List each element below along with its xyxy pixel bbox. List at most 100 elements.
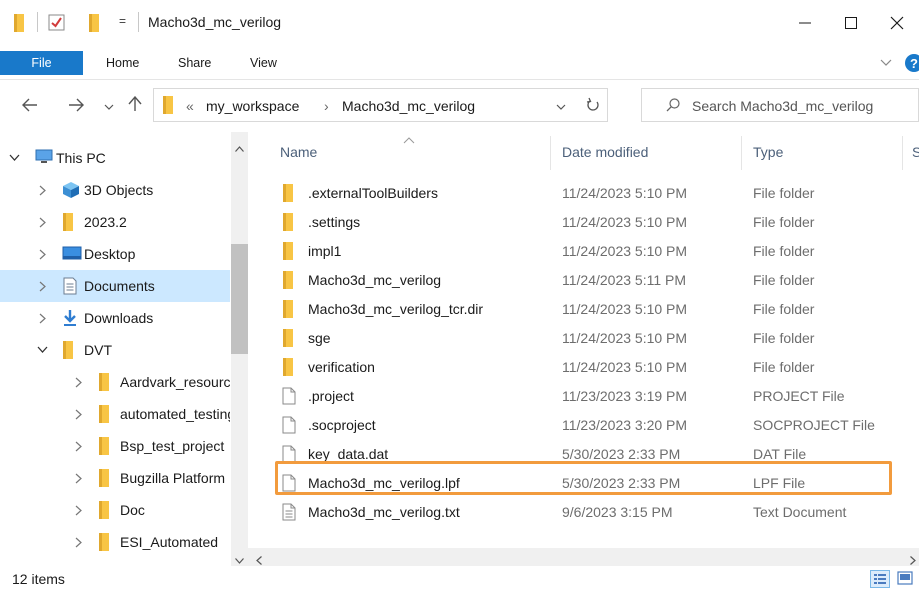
breadcrumb-overflow[interactable]: «: [186, 98, 194, 114]
chevron-right-icon[interactable]: [36, 216, 48, 228]
address-dropdown-button[interactable]: [556, 100, 566, 115]
file-row[interactable]: verification 11/24/2023 5:10 PM File folde…: [276, 353, 919, 382]
file-type: File folder: [753, 214, 815, 230]
sort-indicator-icon: [403, 132, 415, 147]
nav-item[interactable]: ESI_Automated: [0, 526, 230, 558]
expand-ribbon-icon[interactable]: [880, 56, 892, 71]
forward-arrow-icon: [69, 98, 84, 112]
file-row[interactable]: .settings 11/24/2023 5:10 PM File folder: [276, 208, 919, 237]
search-box[interactable]: Search Macho3d_mc_verilog: [641, 88, 919, 122]
forward-button[interactable]: [68, 98, 84, 115]
folder-small-icon: [13, 14, 25, 32]
file-date: 11/23/2023 3:19 PM: [562, 388, 688, 404]
file-row[interactable]: Macho3d_mc_verilog.txt 9/6/2023 3:15 PM Te…: [276, 498, 919, 527]
file-type: DAT File: [753, 446, 807, 462]
chevron-right-icon[interactable]: [72, 536, 84, 548]
documents-icon: [62, 277, 78, 298]
nav-item[interactable]: Documents: [0, 270, 230, 302]
chevron-right-icon[interactable]: [72, 408, 84, 420]
horizontal-scrollbar[interactable]: [248, 548, 919, 566]
properties-icon[interactable]: [48, 14, 66, 32]
file-row[interactable]: sge 11/24/2023 5:10 PM File folder: [276, 324, 919, 353]
large-icons-view-button[interactable]: [896, 570, 916, 588]
file-type: File folder: [753, 330, 815, 346]
nav-item[interactable]: Desktop: [0, 238, 230, 270]
file-type: File folder: [753, 185, 815, 201]
file-row[interactable]: .project 11/23/2023 3:19 PM PROJECT File: [276, 382, 919, 411]
chevron-right-icon[interactable]: [36, 280, 48, 292]
file-row[interactable]: .externalToolBuilders 11/24/2023 5:10 PM F…: [276, 179, 919, 208]
chevron-right-icon[interactable]: [72, 472, 84, 484]
item-count: 12 items: [12, 571, 65, 587]
breadcrumb-my-workspace[interactable]: my_workspace: [206, 98, 299, 114]
file-name: .socproject: [308, 417, 376, 433]
nav-item-label: Doc: [120, 502, 145, 518]
scroll-up-icon[interactable]: [235, 140, 244, 155]
folder-icon: [98, 533, 110, 554]
column-header-type[interactable]: Type: [753, 144, 783, 160]
scroll-down-icon[interactable]: [235, 552, 244, 567]
maximize-button[interactable]: [828, 0, 874, 46]
nav-item[interactable]: Aardvark_resource: [0, 366, 230, 398]
chevron-right-icon[interactable]: [72, 504, 84, 516]
nav-item[interactable]: Doc: [0, 494, 230, 526]
ribbon-tabs: File Home Share View ?: [0, 46, 919, 80]
tab-share[interactable]: Share: [178, 56, 211, 70]
large-icons-view-icon: [897, 571, 913, 585]
new-folder-icon[interactable]: [88, 14, 100, 32]
nav-scroll-thumb[interactable]: [231, 244, 248, 354]
file-type: File folder: [753, 359, 815, 375]
recent-locations-button[interactable]: [104, 100, 114, 115]
up-arrow-icon: [128, 95, 142, 111]
address-bar[interactable]: « my_workspace › Macho3d_mc_verilog: [153, 88, 608, 122]
chevron-down-icon[interactable]: [36, 344, 48, 356]
breadcrumb-current[interactable]: Macho3d_mc_verilog: [342, 98, 475, 114]
nav-item[interactable]: 3D Objects: [0, 174, 230, 206]
nav-item[interactable]: Bugzilla Platform: [0, 462, 230, 494]
file-row[interactable]: key_data.dat 5/30/2023 2:33 PM DAT File: [276, 440, 919, 469]
nav-item[interactable]: DVT: [0, 334, 230, 366]
chevron-right-icon[interactable]: [72, 376, 84, 388]
chevron-down-icon[interactable]: [8, 152, 20, 164]
nav-item[interactable]: 2023.2: [0, 206, 230, 238]
nav-item[interactable]: automated_testing_: [0, 398, 230, 430]
back-arrow-icon: [22, 98, 37, 112]
quick-access-dropdown[interactable]: =: [119, 14, 126, 28]
close-button[interactable]: [874, 0, 919, 46]
title-bar: = Macho3d_mc_verilog: [0, 0, 919, 46]
tab-view[interactable]: View: [250, 56, 277, 70]
back-button[interactable]: [22, 98, 38, 115]
column-header-size[interactable]: S: [912, 144, 919, 160]
file-row[interactable]: .socproject 11/23/2023 3:20 PM SOCPROJECT …: [276, 411, 919, 440]
navigation-bar: « my_workspace › Macho3d_mc_verilog Sear…: [0, 80, 919, 132]
minimize-button[interactable]: [782, 0, 828, 46]
file-row[interactable]: Macho3d_mc_verilog 11/24/2023 5:11 PM File…: [276, 266, 919, 295]
file-name: .externalToolBuilders: [308, 185, 438, 201]
search-placeholder: Search Macho3d_mc_verilog: [692, 98, 874, 114]
file-row[interactable]: Macho3d_mc_verilog_tcr.dir 11/24/2023 5:1…: [276, 295, 919, 324]
tab-file[interactable]: File: [0, 51, 83, 75]
details-view-button[interactable]: [870, 570, 890, 588]
nav-scrollbar[interactable]: [231, 132, 248, 566]
help-button[interactable]: ?: [905, 54, 919, 72]
nav-item[interactable]: Bsp_test_project: [0, 430, 230, 462]
nav-item[interactable]: Downloads: [0, 302, 230, 334]
refresh-button[interactable]: [586, 97, 600, 116]
up-button[interactable]: [128, 95, 142, 115]
folder-icon: [282, 184, 294, 205]
nav-item-label: 2023.2: [84, 214, 127, 230]
file-name: Macho3d_mc_verilog.txt: [308, 504, 460, 520]
chevron-right-icon[interactable]: [72, 440, 84, 452]
column-header-date[interactable]: Date modified: [562, 144, 648, 160]
chevron-right-icon[interactable]: [36, 184, 48, 196]
file-name: Macho3d_mc_verilog.lpf: [308, 475, 460, 491]
nav-item-label: Bsp_test_project: [120, 438, 225, 454]
chevron-right-icon[interactable]: [36, 312, 48, 324]
file-row[interactable]: impl1 11/24/2023 5:10 PM File folder: [276, 237, 919, 266]
tab-home[interactable]: Home: [106, 56, 139, 70]
chevron-right-icon[interactable]: [36, 248, 48, 260]
column-header-name[interactable]: Name: [280, 144, 317, 160]
file-date: 11/24/2023 5:11 PM: [562, 272, 687, 288]
file-row[interactable]: Macho3d_mc_verilog.lpf 5/30/2023 2:33 PM L…: [276, 469, 919, 498]
nav-item[interactable]: This PC: [0, 142, 230, 174]
